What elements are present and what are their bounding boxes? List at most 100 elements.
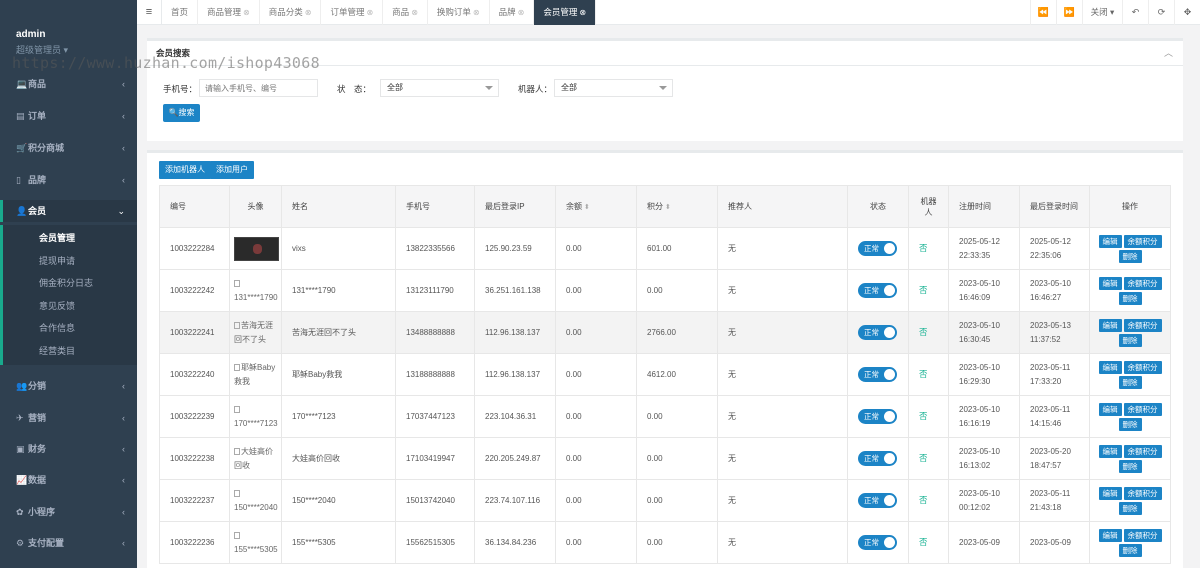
sidebar-item-9[interactable]: ✿ 小程序 ‹ xyxy=(0,501,137,523)
table-header-row: 编号 头像 姓名 手机号 最后登录IP 余额 ⬍ 积分 ⬍ 推荐人 状态 机器人 注册时间 最后登录时间操… xyxy=(159,185,1171,228)
edit-button[interactable]: 编辑 xyxy=(1098,486,1122,500)
tab-scroll-left-icon[interactable]: ⏪ xyxy=(1030,0,1056,25)
sidebar-item-8[interactable]: 📈数据 ‹ xyxy=(0,469,137,491)
cell-ops: 编辑 余额积分 删除 xyxy=(1089,227,1171,270)
close-icon[interactable]: ⊗ xyxy=(243,8,250,17)
close-icon[interactable]: ⊗ xyxy=(305,8,312,17)
balance-points-button[interactable]: 余额积分 xyxy=(1123,402,1162,416)
sidebar-item-7[interactable]: ▣ 财务 ‹ xyxy=(0,438,137,460)
caret-down-icon xyxy=(485,86,493,90)
edit-button[interactable]: 编辑 xyxy=(1098,276,1122,290)
edit-button[interactable]: 编辑 xyxy=(1098,234,1122,248)
tab-6[interactable]: 品牌 ⊗ xyxy=(490,0,535,25)
balance-points-button[interactable]: 余额积分 xyxy=(1123,528,1162,542)
cell-status: 正常 xyxy=(847,437,909,480)
delete-button[interactable]: 删除 xyxy=(1118,291,1142,305)
chevron-down-icon: ⌄ xyxy=(117,206,125,216)
robot-flag: 否 xyxy=(919,285,928,295)
delete-button[interactable]: 删除 xyxy=(1118,249,1142,263)
tab-3[interactable]: 订单管理 ⊗ xyxy=(321,0,384,25)
sidebar-item-3[interactable]: ▯ 品牌 ‹ xyxy=(0,169,137,191)
delete-button[interactable]: 删除 xyxy=(1118,333,1142,347)
status-toggle[interactable]: 正常 xyxy=(858,409,897,424)
column-header-5[interactable]: 余额 ⬍ xyxy=(555,185,637,228)
broken-image-icon xyxy=(234,321,240,329)
submenu-item-1[interactable]: 提现申请 xyxy=(39,253,75,269)
reg-time: 16:46:09 xyxy=(959,292,991,302)
status-toggle[interactable]: 正常 xyxy=(858,241,897,256)
close-icon[interactable]: ⊗ xyxy=(518,8,525,17)
sidebar-item-1[interactable]: ▤ 订单 ‹ xyxy=(0,105,137,127)
delete-button[interactable]: 删除 xyxy=(1118,417,1142,431)
balance-points-button[interactable]: 余额积分 xyxy=(1123,276,1162,290)
submenu-item-0[interactable]: 会员管理 xyxy=(39,230,75,246)
cell-balance: 0.00 xyxy=(555,269,637,312)
close-icon[interactable]: ⊗ xyxy=(411,8,418,17)
sidebar-item-4[interactable]: 👤会员 ⌄ xyxy=(0,200,137,222)
close-icon[interactable]: ⊗ xyxy=(366,8,373,17)
cell-referrer: 无 xyxy=(717,227,848,270)
cell-ip: 223.104.36.31 xyxy=(474,395,556,438)
sort-icon[interactable]: ⬍ xyxy=(584,204,590,211)
balance-points-button[interactable]: 余额积分 xyxy=(1123,486,1162,500)
sort-icon[interactable]: ⬍ xyxy=(665,204,671,211)
sidebar-item-5[interactable]: 👥分销 ‹ xyxy=(0,375,137,397)
edit-button[interactable]: 编辑 xyxy=(1098,444,1122,458)
delete-button[interactable]: 删除 xyxy=(1118,501,1142,515)
sidebar-item-0[interactable]: 💻商品 ‹ xyxy=(0,73,137,95)
menu-toggle-icon[interactable]: ≡ xyxy=(137,0,162,25)
fullscreen-icon[interactable]: ✥ xyxy=(1174,0,1200,25)
close-icon[interactable]: ⊗ xyxy=(473,8,480,17)
sidebar-item-2[interactable]: 🛒积分商城 ‹ xyxy=(0,137,137,159)
avatar: 大娃高价回收 xyxy=(234,447,273,470)
cell-phone: 13188888888 xyxy=(395,353,475,396)
status-toggle[interactable]: 正常 xyxy=(858,451,897,466)
tab-2[interactable]: 商品分类 ⊗ xyxy=(260,0,322,25)
refresh-icon[interactable]: ⟳ xyxy=(1148,0,1174,25)
chevron-up-icon[interactable]: ︿ xyxy=(1164,46,1173,59)
back-icon[interactable]: ↶ xyxy=(1122,0,1148,25)
submenu-item-2[interactable]: 佣金积分日志 xyxy=(39,275,93,291)
edit-button[interactable]: 编辑 xyxy=(1098,528,1122,542)
tab-7[interactable]: 会员管理 ⊗ xyxy=(534,0,597,25)
delete-button[interactable]: 删除 xyxy=(1118,459,1142,473)
column-header-6[interactable]: 积分 ⬍ xyxy=(636,185,718,228)
delete-button[interactable]: 删除 xyxy=(1118,543,1142,557)
submenu-item-5[interactable]: 经营类目 xyxy=(39,343,75,359)
status-select[interactable]: 全部 xyxy=(380,79,499,97)
sidebar-item-6[interactable]: ✈ 营销 ‹ xyxy=(0,407,137,429)
balance-points-button[interactable]: 余额积分 xyxy=(1123,318,1162,332)
robot-select-value: 全部 xyxy=(561,83,577,92)
add-robot-button[interactable]: 添加机器人 xyxy=(159,161,211,179)
tab-5[interactable]: 换购订单 ⊗ xyxy=(428,0,490,25)
close-tabs-dropdown[interactable]: 关闭 ▾ xyxy=(1082,0,1122,25)
robot-select[interactable]: 全部 xyxy=(554,79,673,97)
edit-button[interactable]: 编辑 xyxy=(1098,360,1122,374)
cell-id: 1003222242 xyxy=(159,269,230,312)
tab-4[interactable]: 商品 ⊗ xyxy=(383,0,428,25)
cell-points: 0.00 xyxy=(636,521,718,564)
search-icon: 🔍 xyxy=(168,108,179,117)
edit-button[interactable]: 编辑 xyxy=(1098,318,1122,332)
tab-0[interactable]: 首页 xyxy=(162,0,199,25)
close-icon[interactable]: ⊗ xyxy=(579,8,586,17)
tab-1[interactable]: 商品管理 ⊗ xyxy=(198,0,260,25)
balance-points-button[interactable]: 余额积分 xyxy=(1123,234,1162,248)
edit-button[interactable]: 编辑 xyxy=(1098,402,1122,416)
status-toggle[interactable]: 正常 xyxy=(858,493,897,508)
submenu-item-3[interactable]: 意见反馈 xyxy=(39,298,75,314)
delete-button[interactable]: 删除 xyxy=(1118,375,1142,389)
balance-points-button[interactable]: 余额积分 xyxy=(1123,360,1162,374)
status-toggle[interactable]: 正常 xyxy=(858,283,897,298)
phone-search-input[interactable] xyxy=(199,79,318,97)
status-toggle[interactable]: 正常 xyxy=(858,325,897,340)
balance-points-button[interactable]: 余额积分 xyxy=(1123,444,1162,458)
tab-scroll-right-icon[interactable]: ⏩ xyxy=(1056,0,1082,25)
status-toggle[interactable]: 正常 xyxy=(858,535,897,550)
cell-name: 苦海无涯回不了头 xyxy=(281,311,396,354)
submenu-item-4[interactable]: 合作信息 xyxy=(39,320,75,336)
search-button[interactable]: 🔍搜索 xyxy=(163,104,200,122)
status-toggle[interactable]: 正常 xyxy=(858,367,897,382)
sidebar-item-10[interactable]: ⚙ 支付配置 ‹ xyxy=(0,532,137,554)
add-user-button[interactable]: 添加用户 xyxy=(210,161,254,179)
